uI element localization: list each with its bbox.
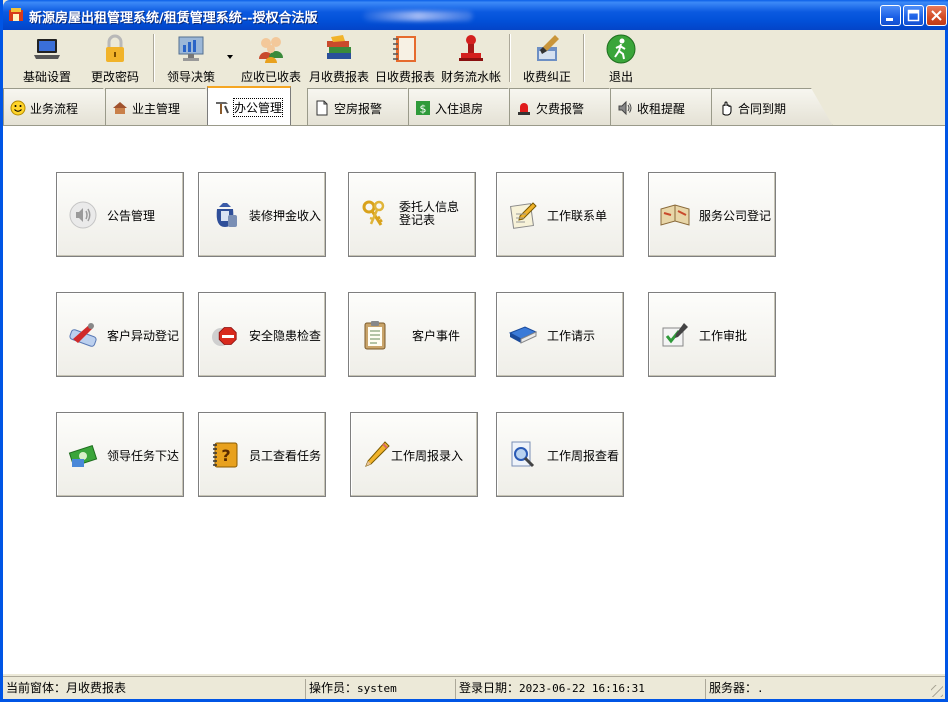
blue-book-icon (508, 326, 538, 344)
cash-stack-icon (68, 445, 98, 467)
toolbar: 基础设置 更改密码 领导决策 应收已收表 月收费报表 日收费报表 财务流水帐 收… (3, 30, 945, 86)
magnifier-doc-icon (511, 441, 535, 468)
tile-work-contact[interactable]: 工作联系单 (496, 172, 624, 257)
clipboard-icon (364, 321, 386, 350)
brush-icon (537, 35, 559, 61)
toolbar-separator (153, 34, 155, 82)
toolbar-decision-button[interactable]: 领导决策 (163, 33, 219, 85)
status-bar: 当前窗体：月收费报表 操作员：system 登录日期：2023-06-22 16… (3, 676, 945, 699)
close-button[interactable] (926, 5, 947, 26)
status-current-window: 当前窗体：月收费报表 (6, 681, 127, 695)
laptop-icon (34, 39, 60, 59)
monitor-chart-icon (178, 36, 204, 61)
toolbar-separator (509, 34, 511, 82)
tile-client-registration[interactable]: 委托人信息登记表 (348, 172, 476, 257)
dollar-icon: $ (416, 101, 430, 116)
close-icon (931, 10, 942, 21)
checkmark-pencil-icon (662, 323, 688, 347)
exit-icon (606, 34, 636, 64)
tools-icon (216, 102, 229, 114)
tile-announcement[interactable]: 公告管理 (56, 172, 184, 257)
svg-text:?: ? (221, 446, 230, 465)
people-icon (259, 37, 283, 63)
tile-employee-task[interactable]: ? 员工查看任务 (198, 412, 326, 497)
toolbar-ledger-button[interactable]: 财务流水帐 (439, 33, 503, 85)
books-icon (327, 35, 351, 59)
smiley-icon (10, 100, 26, 116)
window-title: 新源房屋出租管理系统/租赁管理系统--授权合法版 (29, 11, 318, 26)
stop-sign-icon (212, 327, 237, 346)
tile-deposit-income[interactable]: 装修押金收入 (198, 172, 326, 257)
toolbar-separator (583, 34, 585, 82)
tile-customer-event[interactable]: 客户事件 (348, 292, 476, 377)
map-book-icon (660, 204, 690, 226)
toolbar-receivable-button[interactable]: 应收已收表 (239, 33, 303, 85)
maximize-icon (907, 9, 920, 22)
svg-text:$: $ (420, 103, 427, 116)
toolbar-daily-report-button[interactable]: 日收费报表 (373, 33, 437, 85)
toolbar-basic-settings-button[interactable]: 基础设置 (17, 33, 77, 85)
keys-icon (362, 200, 385, 226)
stamp-icon (459, 35, 483, 61)
office-panel: 公告管理 装修押金收入 委托人信息登记表 工作联系单 服务公司登记 客户异动登记… (3, 126, 945, 674)
status-server: 服务器：. (705, 679, 945, 699)
padlock-icon (106, 34, 124, 62)
minimize-button[interactable] (880, 5, 901, 26)
tile-weekly-report-entry[interactable]: 工作周报录入 (350, 412, 478, 497)
toolbar-exit-button[interactable]: 退出 (599, 33, 643, 85)
tile-leader-task[interactable]: 领导任务下达 (56, 412, 184, 497)
tab-office-management[interactable]: 办公管理 (207, 86, 291, 126)
tile-work-approval[interactable]: 工作审批 (648, 292, 776, 377)
note-pencil-icon (510, 202, 537, 229)
minimize-icon (886, 18, 893, 21)
question-book-icon: ? (213, 442, 238, 468)
toolbar-change-password-button[interactable]: 更改密码 (87, 33, 143, 85)
title-redaction (363, 11, 473, 21)
document-icon (316, 100, 328, 116)
speaker-icon (618, 100, 632, 116)
app-logo-icon (9, 8, 23, 21)
tile-weekly-report-view[interactable]: 工作周报查看 (496, 412, 624, 497)
speaker-icon (69, 201, 97, 229)
hand-icon (722, 101, 732, 116)
money-bag-icon (216, 203, 237, 227)
resize-grip[interactable] (931, 685, 943, 697)
tile-service-company[interactable]: 服务公司登记 (648, 172, 776, 257)
pencil-icon (365, 441, 390, 467)
tile-work-request[interactable]: 工作请示 (496, 292, 624, 377)
app-window: 新源房屋出租管理系统/租赁管理系统--授权合法版 基础设置 更改密码 领导决策 … (0, 0, 948, 702)
status-login-date: 登录日期：2023-06-22 16:16:31 (455, 679, 705, 699)
toolbar-monthly-report-button[interactable]: 月收费报表 (307, 33, 371, 85)
notebook-icon (393, 36, 416, 62)
title-bar[interactable]: 新源房屋出租管理系统/租赁管理系统--授权合法版 (3, 0, 948, 30)
chevron-down-icon[interactable] (227, 55, 233, 59)
house-icon (113, 102, 127, 114)
tile-customer-change[interactable]: 客户异动登记 (56, 292, 184, 377)
wrench-blueprint-icon (69, 323, 97, 347)
alarm-icon (518, 103, 530, 115)
maximize-button[interactable] (903, 5, 924, 26)
tile-safety-check[interactable]: 安全隐患检查 (198, 292, 326, 377)
status-operator: 操作员：system (305, 679, 455, 699)
toolbar-fee-correction-button[interactable]: 收费纠正 (517, 33, 577, 85)
